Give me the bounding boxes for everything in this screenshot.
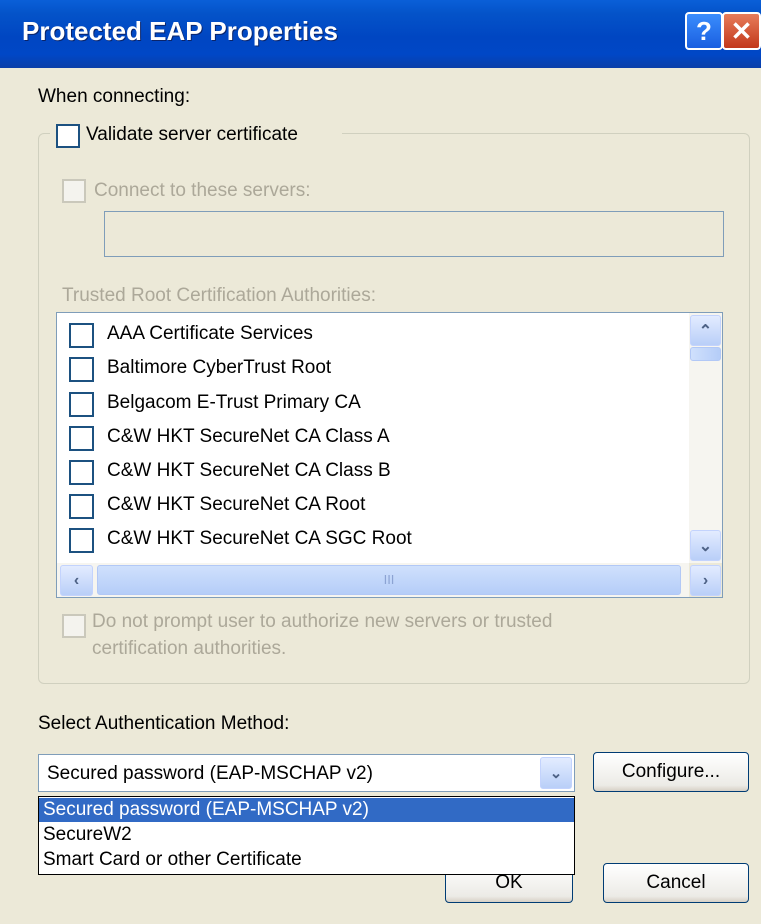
title-bar: Protected EAP Properties ? ✕	[0, 0, 761, 68]
cert-name: C&W HKT SecureNet CA Class B	[107, 460, 391, 481]
dropdown-option[interactable]: SecureW2	[39, 823, 574, 847]
help-icon: ?	[696, 15, 712, 46]
auth-method-value: Secured password (EAP-MSCHAP v2)	[47, 763, 373, 784]
chevron-down-icon: ⌄	[698, 537, 713, 555]
chevron-right-icon: ›	[702, 571, 709, 589]
validate-cert-checkbox[interactable]	[56, 124, 80, 148]
cert-checkbox[interactable]	[69, 494, 94, 519]
chevron-down-icon: ⌄	[549, 765, 563, 782]
configure-button-label: Configure...	[621, 761, 721, 782]
dropdown-option[interactable]: Secured password (EAP-MSCHAP v2)	[39, 798, 574, 822]
chevron-left-icon: ‹	[73, 571, 80, 589]
cert-name: C&W HKT SecureNet CA Class A	[107, 426, 390, 447]
no-prompt-label-line1: Do not prompt user to authorize new serv…	[92, 611, 553, 632]
auth-method-select[interactable]: Secured password (EAP-MSCHAP v2) ⌄	[38, 754, 575, 792]
dropdown-option[interactable]: Smart Card or other Certificate	[39, 848, 574, 872]
select-auth-label: Select Authentication Method:	[38, 713, 290, 734]
cert-name: C&W HKT SecureNet CA Root	[107, 494, 366, 515]
trusted-root-label: Trusted Root Certification Authorities:	[62, 285, 376, 306]
scroll-up-button[interactable]: ⌃	[690, 315, 721, 346]
cert-checkbox[interactable]	[69, 392, 94, 417]
validate-cert-label: Validate server certificate	[86, 124, 298, 145]
when-connecting-label: When connecting:	[38, 86, 191, 107]
configure-button[interactable]: Configure...	[593, 752, 749, 792]
cert-checkbox[interactable]	[69, 323, 94, 348]
close-button[interactable]: ✕	[722, 12, 761, 50]
cert-checkbox[interactable]	[69, 357, 94, 382]
scroll-right-button[interactable]: ›	[690, 565, 721, 596]
connect-servers-label: Connect to these servers:	[94, 180, 311, 201]
vertical-scrollbar[interactable]: ⌃ ⌄	[689, 313, 722, 563]
dropdown-button[interactable]: ⌄	[540, 757, 572, 789]
servers-input[interactable]	[104, 211, 724, 257]
cert-name: Belgacom E-Trust Primary CA	[107, 392, 361, 413]
no-prompt-checkbox[interactable]	[62, 614, 86, 638]
cert-checkbox[interactable]	[69, 426, 94, 451]
trusted-root-list[interactable]: AAA Certificate Services Baltimore Cyber…	[56, 312, 723, 598]
horizontal-scrollbar[interactable]: ‹ III	[57, 563, 689, 597]
cert-name: Baltimore CyberTrust Root	[107, 357, 332, 378]
scroll-down-button[interactable]: ⌄	[690, 530, 721, 561]
auth-method-dropdown-list[interactable]: Secured password (EAP-MSCHAP v2) SecureW…	[38, 796, 575, 875]
cert-checkbox[interactable]	[69, 528, 94, 553]
cert-name: AAA Certificate Services	[107, 323, 313, 344]
help-button[interactable]: ?	[685, 12, 723, 50]
close-icon: ✕	[730, 15, 753, 46]
horizontal-scroll-thumb[interactable]: III	[97, 565, 681, 595]
cert-checkbox[interactable]	[69, 460, 94, 485]
chevron-up-icon: ⌃	[698, 322, 713, 340]
cancel-button-label: Cancel	[646, 872, 706, 893]
grip-icon: III	[383, 572, 395, 587]
scroll-left-button[interactable]: ‹	[60, 565, 93, 596]
no-prompt-label-line2: certification authorities.	[92, 638, 287, 659]
cert-name: C&W HKT SecureNet CA SGC Root	[107, 528, 412, 549]
window-title: Protected EAP Properties	[22, 16, 338, 46]
cancel-button[interactable]: Cancel	[603, 863, 749, 903]
connect-servers-checkbox[interactable]	[62, 179, 86, 203]
scroll-corner: ›	[689, 563, 722, 597]
vertical-scroll-thumb[interactable]	[690, 347, 721, 361]
ok-button-label: OK	[495, 872, 523, 893]
